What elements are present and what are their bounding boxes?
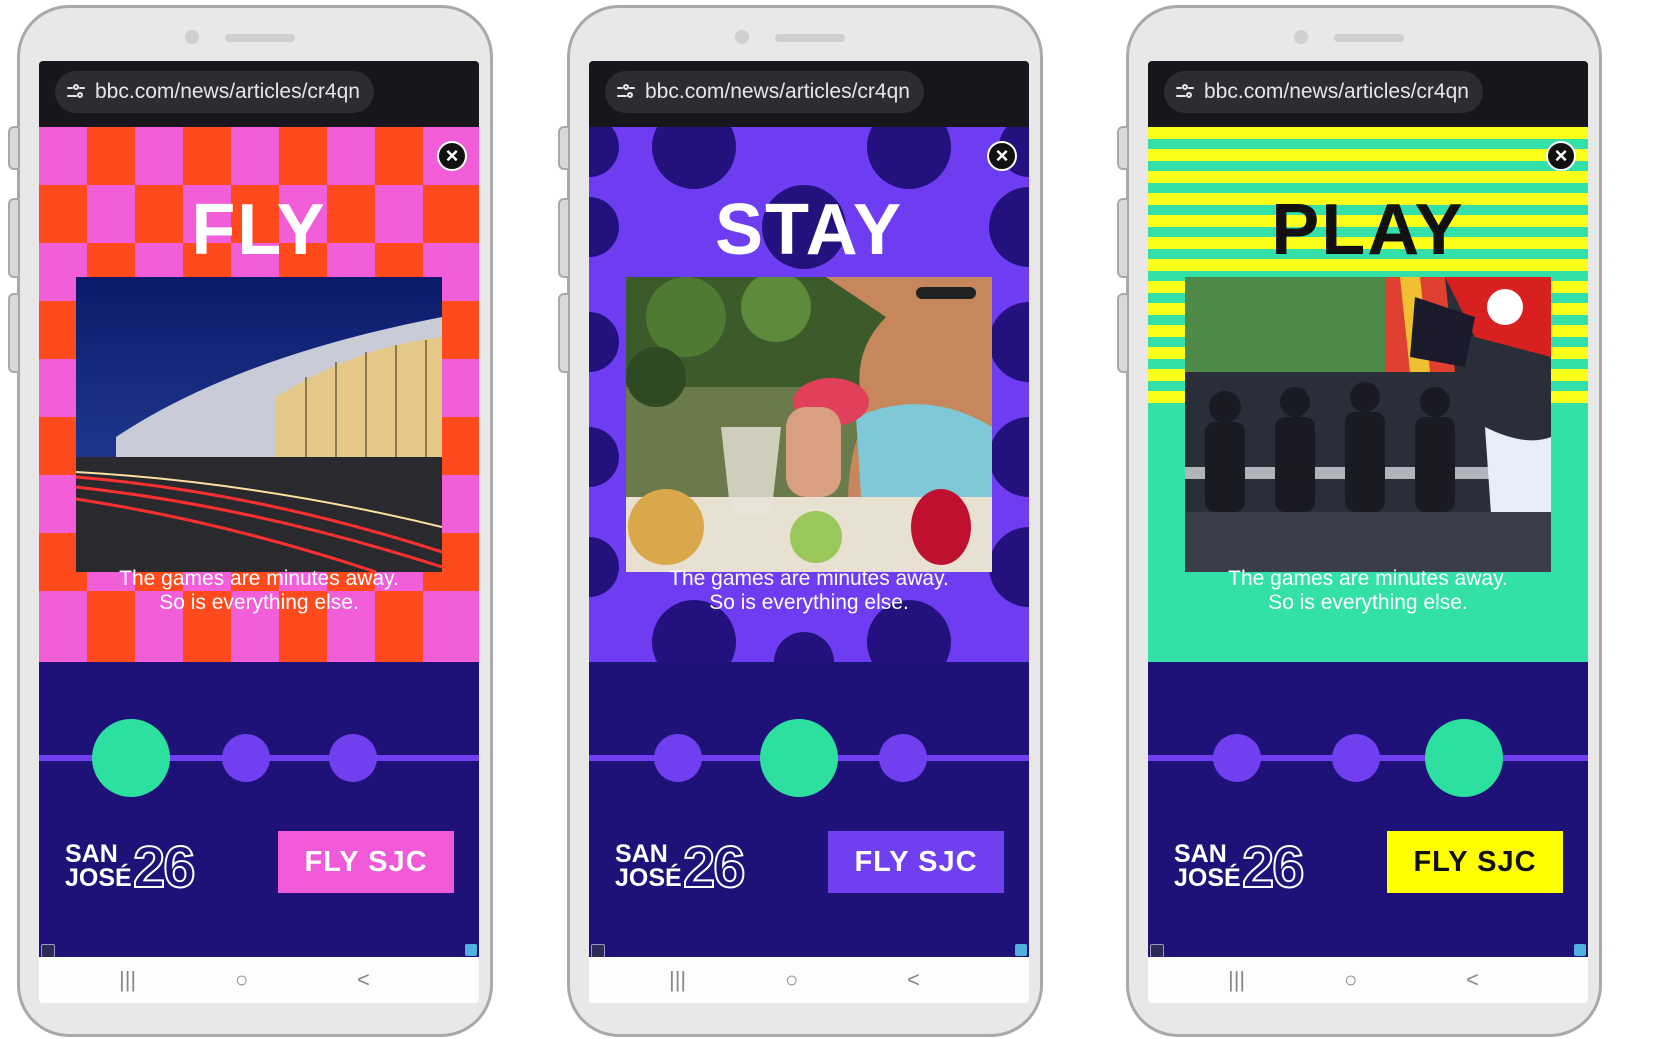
- url-text[interactable]: bbc.com/news/articles/cr4qn: [95, 80, 360, 104]
- phone-volume-down: [8, 293, 18, 373]
- earpiece-speaker: [775, 34, 845, 42]
- url-pill[interactable]: bbc.com/news/articles/cr4qn: [1164, 71, 1483, 113]
- logo-year: 26: [1241, 834, 1305, 901]
- phone-volume-up: [1117, 198, 1127, 278]
- phone-side-button: [1117, 126, 1127, 170]
- carousel-dot-3-active[interactable]: [1425, 719, 1503, 797]
- tagline-line2: So is everything else.: [709, 591, 909, 614]
- diner-drink-photo: [626, 277, 992, 572]
- browser-url-bar: bbc.com/news/articles/cr4qn: [1148, 61, 1588, 127]
- logo-city: SAN JOSÉ: [65, 840, 132, 892]
- earpiece-speaker: [1334, 34, 1404, 42]
- url-text[interactable]: bbc.com/news/articles/cr4qn: [645, 80, 910, 104]
- carousel-dot-1[interactable]: [654, 734, 702, 782]
- phone-frame-play: bbc.com/news/articles/cr4qn × PLAY The g…: [1117, 5, 1602, 1037]
- recents-icon[interactable]: |||: [1228, 967, 1245, 993]
- airport-photo-illustration: [76, 277, 442, 572]
- logo-city: SAN JOSÉ: [1174, 840, 1241, 892]
- recents-icon[interactable]: |||: [119, 967, 136, 993]
- tagline-line2: So is everything else.: [159, 591, 359, 614]
- fly-sjc-button[interactable]: FLY SJC: [828, 831, 1004, 893]
- fly-sjc-button[interactable]: FLY SJC: [1387, 831, 1563, 893]
- carousel-dot-1-active[interactable]: [92, 719, 170, 797]
- san-jose-26-logo: SAN JOSÉ 26: [615, 834, 775, 901]
- url-pill[interactable]: bbc.com/news/articles/cr4qn: [55, 71, 374, 113]
- home-icon[interactable]: ○: [785, 967, 798, 993]
- logo-city: SAN JOSÉ: [615, 840, 682, 892]
- android-nav-bar: ||| ○ <: [39, 957, 479, 1003]
- tagline-line1: The games are minutes away.: [669, 567, 949, 590]
- tagline-line1: The games are minutes away.: [1228, 567, 1508, 590]
- home-icon[interactable]: ○: [235, 967, 248, 993]
- url-text[interactable]: bbc.com/news/articles/cr4qn: [1204, 80, 1469, 104]
- san-jose-26-logo: SAN JOSÉ 26: [65, 834, 225, 901]
- browser-url-bar: bbc.com/news/articles/cr4qn: [39, 61, 479, 127]
- phone-screen: bbc.com/news/articles/cr4qn × PLAY The g…: [1148, 61, 1588, 1003]
- ad-info-icon[interactable]: [1015, 944, 1027, 956]
- airport-terminal-photo: [76, 277, 442, 572]
- ad-creative-fly[interactable]: × FLY The games are minutes away. So is …: [39, 127, 479, 662]
- carousel-dot-1[interactable]: [1213, 734, 1261, 782]
- ad-choices-icon[interactable]: [591, 944, 605, 958]
- ad-tagline: The games are minutes away. So is everyt…: [39, 567, 479, 615]
- phone-volume-down: [1117, 293, 1127, 373]
- diner-photo-illustration: [626, 277, 992, 572]
- tagline-line2: So is everything else.: [1268, 591, 1468, 614]
- carousel-dot-3[interactable]: [329, 734, 377, 782]
- close-icon[interactable]: ×: [437, 141, 467, 171]
- site-settings-icon[interactable]: [1176, 84, 1194, 100]
- carousel-dot-3[interactable]: [879, 734, 927, 782]
- carousel-dot-2[interactable]: [222, 734, 270, 782]
- phone-volume-up: [8, 198, 18, 278]
- stadium-photo-illustration: [1185, 277, 1551, 572]
- phone-frame-fly: bbc.com/news/articles/cr4qn × FLY The ga…: [8, 5, 493, 1037]
- promo-panel[interactable]: SAN JOSÉ 26 FLY SJC: [39, 662, 479, 958]
- phone-side-button: [558, 126, 568, 170]
- phone-screen: bbc.com/news/articles/cr4qn × STAY The g…: [589, 61, 1029, 1003]
- close-icon[interactable]: ×: [987, 141, 1017, 171]
- site-settings-icon[interactable]: [617, 84, 635, 100]
- back-icon[interactable]: <: [357, 967, 370, 993]
- phone-volume-down: [558, 293, 568, 373]
- phone-volume-up: [558, 198, 568, 278]
- fly-sjc-button[interactable]: FLY SJC: [278, 831, 454, 893]
- earpiece-speaker: [225, 34, 295, 42]
- carousel-dot-2-active[interactable]: [760, 719, 838, 797]
- phone-frame-stay: bbc.com/news/articles/cr4qn × STAY The g…: [558, 5, 1043, 1037]
- android-nav-bar: ||| ○ <: [589, 957, 1029, 1003]
- browser-url-bar: bbc.com/news/articles/cr4qn: [589, 61, 1029, 127]
- san-jose-26-logo: SAN JOSÉ 26: [1174, 834, 1334, 901]
- ad-info-icon[interactable]: [465, 944, 477, 956]
- ad-choices-icon[interactable]: [1150, 944, 1164, 958]
- android-nav-bar: ||| ○ <: [1148, 957, 1588, 1003]
- back-icon[interactable]: <: [907, 967, 920, 993]
- tagline-line1: The games are minutes away.: [119, 567, 399, 590]
- phone-screen: bbc.com/news/articles/cr4qn × FLY The ga…: [39, 61, 479, 1003]
- front-camera: [1294, 30, 1308, 44]
- ad-headline: STAY: [714, 190, 904, 270]
- promo-panel[interactable]: SAN JOSÉ 26 FLY SJC: [589, 662, 1029, 958]
- url-pill[interactable]: bbc.com/news/articles/cr4qn: [605, 71, 924, 113]
- back-icon[interactable]: <: [1466, 967, 1479, 993]
- logo-year: 26: [682, 834, 746, 901]
- site-settings-icon[interactable]: [67, 84, 85, 100]
- soccer-fans-photo: [1185, 277, 1551, 572]
- ad-choices-icon[interactable]: [41, 944, 55, 958]
- ad-creative-stay[interactable]: × STAY The games are minutes away. So is…: [589, 127, 1029, 662]
- phone-side-button: [8, 126, 18, 170]
- logo-year: 26: [132, 834, 196, 901]
- ad-info-icon[interactable]: [1574, 944, 1586, 956]
- recents-icon[interactable]: |||: [669, 967, 686, 993]
- home-icon[interactable]: ○: [1344, 967, 1357, 993]
- front-camera: [185, 30, 199, 44]
- ad-tagline: The games are minutes away. So is everyt…: [1148, 567, 1588, 615]
- close-icon[interactable]: ×: [1546, 141, 1576, 171]
- ad-headline: PLAY: [1271, 190, 1465, 270]
- carousel-dot-2[interactable]: [1332, 734, 1380, 782]
- ad-creative-play[interactable]: × PLAY The games are minutes away. So is…: [1148, 127, 1588, 662]
- front-camera: [735, 30, 749, 44]
- ad-tagline: The games are minutes away. So is everyt…: [589, 567, 1029, 615]
- promo-panel[interactable]: SAN JOSÉ 26 FLY SJC: [1148, 662, 1588, 958]
- ad-headline: FLY: [191, 190, 327, 270]
